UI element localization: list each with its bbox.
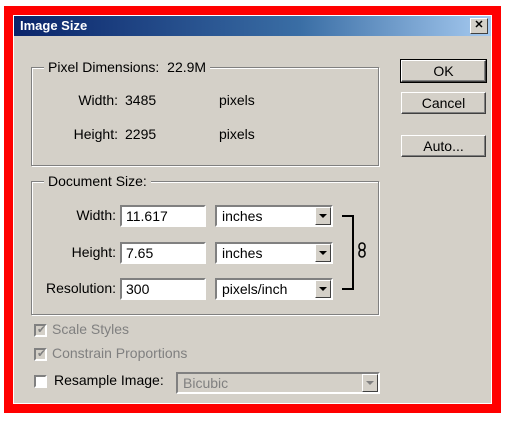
resolution-label: Resolution:	[45, 280, 116, 296]
doc-height-unit-select[interactable]: inches	[215, 242, 333, 264]
resolution-unit-select[interactable]: pixels/inch	[215, 278, 333, 300]
scale-styles-checkbox: ✔	[34, 324, 47, 337]
chain-link-icon	[358, 242, 366, 258]
resolution-input[interactable]: 300	[120, 278, 206, 300]
checkmark-icon: ✔	[37, 348, 47, 360]
doc-height-unit-value: inches	[222, 245, 263, 261]
resample-image-checkbox[interactable]	[34, 375, 47, 388]
resolution-unit-value: pixels/inch	[222, 281, 288, 297]
chevron-down-icon	[362, 374, 378, 392]
pixel-height-label: Height:	[73, 126, 118, 142]
doc-height-label: Height:	[71, 244, 116, 260]
resample-image-label[interactable]: Resample Image:	[54, 372, 164, 388]
ok-button[interactable]: OK	[400, 59, 487, 83]
doc-width-label: Width:	[76, 207, 116, 223]
resample-method-select: Bicubic	[176, 372, 380, 394]
constrain-proportions-checkbox: ✔	[34, 348, 47, 361]
doc-height-input[interactable]: 7.65	[120, 242, 206, 264]
close-icon: ✕	[474, 19, 484, 31]
checkmark-icon: ✔	[37, 324, 47, 336]
auto-button[interactable]: Auto...	[401, 135, 486, 157]
pixel-height-value: 2295	[125, 126, 157, 142]
close-button[interactable]: ✕	[470, 18, 488, 34]
chevron-down-icon[interactable]	[315, 244, 331, 262]
window-title: Image Size	[20, 18, 88, 33]
pixel-width-label: Width:	[78, 92, 118, 108]
resample-method-value: Bicubic	[183, 375, 229, 391]
doc-width-unit-select[interactable]: inches	[215, 205, 333, 227]
scale-styles-label: Scale Styles	[52, 321, 130, 337]
image-size-dialog: Image Size ✕ Pixel Dimensions: 22.9M Wid…	[13, 15, 492, 404]
document-size-legend: Document Size:	[44, 173, 151, 189]
chevron-down-icon[interactable]	[315, 280, 331, 298]
pixel-dimensions-label: Pixel Dimensions:	[48, 59, 160, 75]
doc-width-input[interactable]: 11.617	[120, 205, 206, 227]
pixel-width-value: 3485	[125, 92, 157, 108]
constrain-proportions-label: Constrain Proportions	[52, 345, 188, 361]
chevron-down-icon[interactable]	[315, 207, 331, 225]
doc-width-unit-value: inches	[222, 208, 263, 224]
pixel-width-unit: pixels	[219, 92, 255, 108]
pixel-height-unit: pixels	[219, 126, 255, 142]
link-bracket	[342, 215, 354, 290]
pixel-dimensions-legend: Pixel Dimensions: 22.9M	[44, 59, 211, 75]
cancel-button[interactable]: Cancel	[401, 92, 486, 114]
pixel-dimensions-size: 22.9M	[167, 59, 207, 75]
pixel-dimensions-group	[31, 67, 379, 166]
title-bar[interactable]: Image Size ✕	[14, 16, 491, 36]
